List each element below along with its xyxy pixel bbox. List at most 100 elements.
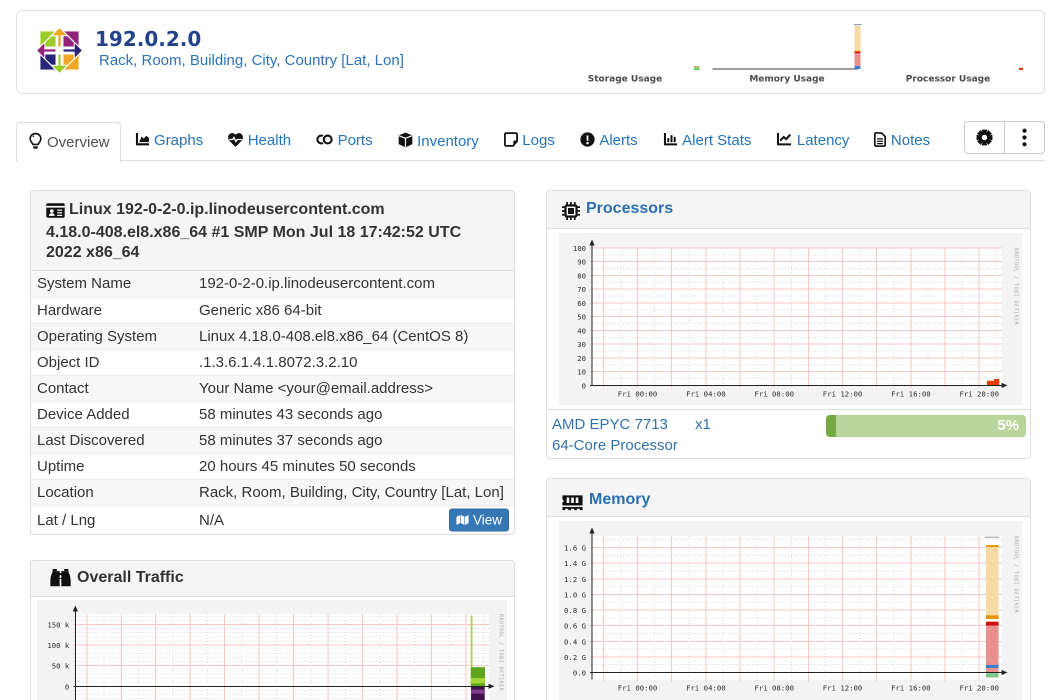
- series-buffers: [985, 664, 999, 668]
- x-tick-label: Fri 04:00: [686, 684, 726, 693]
- system-panel-title: Linux 192-0-2-0.ip.linodeusercontent.com…: [46, 201, 462, 261]
- table-row: Hardware Generic x86 64-bit: [31, 296, 514, 323]
- row-value: Generic x86 64-bit: [198, 296, 514, 323]
- y-tick-label: 100: [573, 244, 586, 253]
- row-value: 20 hours 45 minutes 50 seconds: [198, 452, 514, 479]
- table-row: Location Rack, Room, Building, City, Coun…: [31, 478, 514, 505]
- row-value: N/A View: [198, 504, 514, 535]
- table-row: System Name 192-0-2-0.ip.linodeuserconten…: [31, 271, 514, 297]
- row-value: 58 minutes 43 seconds ago: [198, 400, 514, 427]
- map-icon: [456, 515, 469, 526]
- table-row: Uptime 20 hours 45 minutes 50 seconds: [31, 452, 514, 479]
- y-tick-label: 30: [577, 340, 586, 349]
- tab-alerts[interactable]: Alerts: [568, 122, 649, 161]
- mini-graph-memory-usage[interactable]: Memory Usage: [712, 24, 862, 85]
- settings-button[interactable]: [965, 122, 1004, 153]
- traffic-panel-header: Overall Traffic: [31, 561, 514, 597]
- y-tick-label: 1.0 G: [564, 590, 586, 599]
- cpu-usage-bar: 5%: [826, 415, 1026, 437]
- x-tick-label: Fri 12:00: [823, 684, 863, 693]
- series-usage: [986, 380, 994, 386]
- table-row: Contact Your Name <your@email.address>: [31, 374, 514, 401]
- line-chart-icon: [776, 132, 792, 151]
- processors-graph[interactable]: 0 10 20 30 40 50 60 70 80 90 100 Fri 00:00 Fri 04:00…: [547, 229, 1030, 409]
- y-tick-label: 0.6 G: [564, 622, 586, 631]
- y-tick-label: 1.2 G: [564, 575, 586, 584]
- rrdtool-watermark: RRDTOOL / TOBI OETIKER: [1013, 536, 1019, 614]
- cpu-name-link[interactable]: AMD EPYC 7713 64-Core Processor: [552, 414, 692, 456]
- tab-notes[interactable]: Notes: [863, 122, 942, 161]
- view-map-button[interactable]: View: [448, 508, 509, 532]
- tab-label: Ports: [337, 132, 373, 149]
- cpu-usage-fill: [826, 415, 836, 437]
- row-value: Rack, Room, Building, City, Country [Lat…: [198, 478, 514, 505]
- page: 192.0.2.0 Rack, Room, Building, City, Co…: [0, 0, 1061, 700]
- tab-label: Inventory: [417, 133, 479, 150]
- row-label: Object ID: [31, 348, 198, 375]
- ellipsis-vertical-icon: [1022, 128, 1027, 147]
- x-tick-label: Fri 00:00: [618, 389, 658, 398]
- x-tick-label: Fri 20:00: [959, 684, 999, 693]
- mini-graph-processor-usage[interactable]: Processor Usage: [906, 67, 1023, 85]
- series-usage: [993, 378, 1000, 386]
- device-header-card: 192.0.2.0 Rack, Room, Building, City, Co…: [16, 10, 1045, 94]
- x-tick-label: Fri 12:00: [823, 389, 863, 398]
- tab-bar: Overview Graphs Health Ports Inventory Logs Al…: [16, 121, 1045, 162]
- y-tick-label: 0.2 G: [564, 653, 586, 662]
- cube-icon: [398, 132, 413, 152]
- rrdtool-watermark: RRDTOOL / TOBI OETIKER: [498, 614, 504, 692]
- system-info-panel: Linux 192-0-2-0.ip.linodeusercontent.com…: [30, 190, 515, 535]
- row-value: Your Name <your@email.address>: [198, 374, 514, 401]
- memory-panel-title[interactable]: Memory: [589, 491, 650, 508]
- tab-logs[interactable]: Logs: [492, 122, 566, 161]
- memory-graph[interactable]: 0.0 0.2 G 0.4 G 0.6 G 0.8 G 1.0 G 1.2 G 1.4 G 1.…: [547, 517, 1030, 700]
- cpu-usage-label: 5%: [997, 417, 1019, 434]
- y-tick-label: 90: [577, 258, 586, 267]
- header-mini-graphs[interactable]: Storage Usage Memory Usage Processor Usage: [533, 14, 1025, 90]
- memory-icon: [562, 491, 583, 512]
- series-free: [985, 673, 999, 678]
- tab-health[interactable]: Health: [217, 122, 303, 161]
- bar-chart-icon: [663, 132, 678, 151]
- series-cached-top: [985, 545, 999, 548]
- y-tick-label: 150 k: [47, 621, 70, 630]
- table-row: Object ID .1.3.6.1.4.1.8072.3.2.10: [31, 348, 514, 375]
- mini-graph-label: Memory Usage: [749, 75, 824, 85]
- table-row: Device Added 58 minutes 43 seconds ago: [31, 400, 514, 427]
- table-row: Operating System Linux 4.18.0-408.el8.x86…: [31, 322, 514, 349]
- row-value: 58 minutes 37 seconds ago: [198, 426, 514, 453]
- y-tick-label: 0.8 G: [564, 606, 586, 615]
- tab-ports[interactable]: Ports: [305, 122, 385, 161]
- traffic-graph[interactable]: 0 50 k 100 k 150 k RRDTOOL / TOBI OETIKER: [31, 597, 514, 700]
- processors-panel-title[interactable]: Processors: [586, 200, 673, 217]
- more-menu-button[interactable]: [1004, 122, 1044, 153]
- x-tick-label: Fri 16:00: [891, 389, 931, 398]
- row-label: Device Added: [31, 400, 198, 427]
- device-location-link[interactable]: Rack, Room, Building, City, Country [Lat…: [99, 52, 404, 69]
- series-used-top: [985, 621, 999, 626]
- tab-label: Overview: [47, 134, 110, 151]
- y-tick-label: 20: [577, 354, 586, 363]
- y-tick-label: 60: [577, 299, 586, 308]
- mini-graph-storage-usage[interactable]: Storage Usage: [588, 66, 700, 85]
- row-value: 192-0-2-0.ip.linodeusercontent.com: [198, 271, 514, 297]
- tab-alert-stats[interactable]: Alert Stats: [651, 122, 763, 161]
- tab-latency[interactable]: Latency: [765, 122, 861, 161]
- memory-panel: Memory 0.0 0.2 G 0.4 G 0.6 G 0.8 G 1.0 G 1.2 G…: [546, 478, 1031, 700]
- tab-label: Logs: [522, 132, 555, 149]
- row-label: Lat / Lng: [31, 504, 198, 535]
- tab-overview[interactable]: Overview: [16, 122, 122, 162]
- x-tick-label: Fri 00:00: [618, 684, 658, 693]
- alert-circle-icon: [580, 132, 595, 151]
- memory-panel-header: Memory: [547, 479, 1030, 517]
- tab-graphs[interactable]: Graphs: [123, 122, 215, 161]
- row-label: Contact: [31, 374, 198, 401]
- y-tick-label: 40: [577, 326, 586, 335]
- series-total: [984, 536, 1000, 538]
- table-row: Last Discovered 58 minutes 37 seconds ago: [31, 426, 514, 453]
- y-tick-label: 0: [65, 682, 69, 691]
- row-label: Hardware: [31, 296, 198, 323]
- microchip-icon: [562, 200, 580, 221]
- tab-inventory[interactable]: Inventory: [386, 122, 490, 161]
- y-tick-label: 1.6 G: [564, 544, 586, 553]
